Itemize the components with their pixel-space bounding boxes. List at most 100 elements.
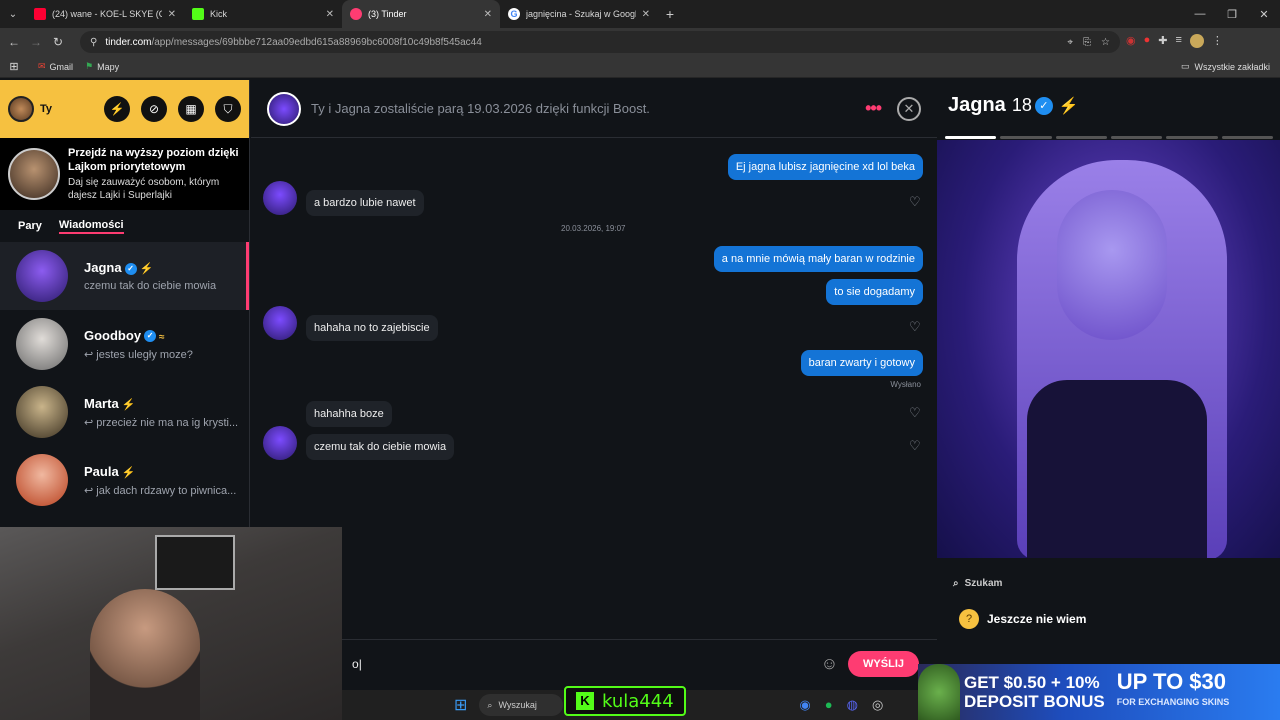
message-outgoing[interactable]: Ej jagna lubisz jagnięcine xd lol beka [727, 154, 923, 180]
conversation-item[interactable]: Jagna ✓ ⚡ czemu tak do ciebie mowia [0, 242, 249, 310]
profile-heading: Jagna 18 ✓ ⚡ [948, 94, 1079, 117]
match-avatar [263, 426, 297, 460]
back-icon[interactable]: ← [3, 35, 25, 49]
close-icon[interactable]: ✕ [484, 9, 492, 20]
conversation-preview: przecież nie ma na ig krysti... [96, 416, 239, 429]
send-button[interactable]: WYŚLIJ [848, 650, 919, 677]
briefcase-icon[interactable]: ▦ [178, 96, 204, 122]
message-incoming[interactable]: a bardzo lubie nawet [306, 190, 424, 216]
search-icon: ⌕ [487, 699, 493, 710]
apps-grid-icon[interactable]: ⊞ [0, 60, 28, 73]
tab-search-button[interactable]: ⌄ [0, 9, 26, 20]
conversation-item[interactable]: Marta ⚡ ↩ przecież nie ma na ig krysti... [0, 378, 249, 446]
photo-indicator[interactable] [1110, 136, 1163, 139]
close-chat-icon[interactable]: ✕ [897, 96, 921, 121]
photo-indicator[interactable] [1055, 136, 1107, 139]
menu-icon[interactable]: ⋮ [1212, 34, 1223, 48]
heart-icon[interactable]: ♡ [909, 405, 921, 421]
install-app-icon[interactable]: ⎘ [1083, 37, 1091, 48]
message-input[interactable]: o| [342, 657, 821, 671]
heart-icon[interactable]: ♡ [909, 438, 921, 454]
extensions-puzzle-icon[interactable]: ✚ [1158, 34, 1167, 48]
close-icon[interactable]: ✕ [642, 9, 650, 20]
photo-indicator[interactable] [1000, 136, 1052, 139]
heart-icon[interactable]: ♡ [909, 194, 921, 210]
bookmark-maps[interactable]: ⚑ Mapy [85, 61, 119, 72]
chrome-icon[interactable]: ◉ [799, 697, 810, 713]
search-icon: ⌕ [953, 578, 959, 589]
ad-line-1: GET $0.50 + 10% [964, 673, 1100, 692]
chat-header: Ty i Jagna zostaliście parą 19.03.2026 d… [251, 80, 937, 138]
conversation-item[interactable]: Paula ⚡ ↩ jak dach rdzawy to piwnica... [0, 446, 249, 514]
top-shape [1027, 380, 1207, 558]
browser-tab-active[interactable]: (3) Tinder ✕ [342, 0, 500, 28]
windows-start-icon[interactable]: ⊞ [454, 695, 467, 715]
bookmark-star-icon[interactable]: ☆ [1101, 37, 1110, 48]
explore-icon[interactable]: ⊘ [141, 96, 167, 122]
bookmark-gmail[interactable]: ✉ Gmail [38, 61, 73, 72]
maximize-icon[interactable]: ❐ [1216, 8, 1248, 21]
browser-tab[interactable]: G jagnięcina - Szukaj w Google ✕ [500, 0, 658, 28]
all-bookmarks-button[interactable]: ▭ Wszystkie zakładki [1181, 61, 1270, 72]
message-outgoing[interactable]: a na mnie mówią mały baran w rodzinie [713, 246, 923, 272]
media-icon[interactable]: ≡ [1175, 34, 1181, 48]
ad-line-2: DEPOSIT BONUS [964, 692, 1105, 711]
mascot-shape [918, 664, 960, 720]
taskbar-search-placeholder: Wyszukaj [498, 700, 537, 710]
extension-icon[interactable]: ◉ [1126, 34, 1136, 48]
taskbar-search[interactable]: ⌕ Wyszukaj [479, 694, 564, 716]
boost-icon[interactable]: ⚡ [104, 96, 130, 122]
profile-photo[interactable] [937, 140, 1280, 560]
extension-icon[interactable]: ● [1144, 34, 1151, 48]
conversation-name: Paula [84, 463, 119, 479]
priority-likes-promo[interactable]: Przejdź na wyższy poziom dzięki Lajkom p… [0, 138, 249, 210]
app-icon[interactable]: ◎ [872, 697, 883, 713]
url-input[interactable]: ⚲ tinder.com/app/messages/69bbbe712aa09e… [80, 31, 1120, 53]
user-label[interactable]: Ty [40, 103, 52, 115]
site-info-icon[interactable]: ⚲ [90, 37, 97, 48]
message-incoming[interactable]: hahaha no to zajebiscie [306, 315, 438, 341]
reload-icon[interactable]: ↻ [47, 35, 69, 49]
tab-messages[interactable]: Wiadomości [58, 219, 124, 234]
spotify-icon[interactable]: ● [825, 697, 833, 713]
message-incoming[interactable]: czemu tak do ciebie mowia [306, 434, 455, 460]
more-options-icon[interactable]: ••• [865, 98, 882, 119]
close-icon[interactable]: ✕ [326, 9, 334, 20]
bookmark-label: Gmail [49, 61, 74, 72]
photo-indicator[interactable] [1166, 136, 1218, 139]
minimize-icon[interactable]: — [1184, 8, 1216, 20]
discord-icon[interactable]: ◍ [847, 697, 858, 713]
close-icon[interactable]: ✕ [168, 9, 176, 20]
match-avatar[interactable] [267, 91, 301, 126]
forward-icon[interactable]: → [25, 35, 47, 49]
reply-icon: ↩ [84, 348, 97, 361]
message-outgoing[interactable]: baran zwarty i gotowy [800, 350, 923, 376]
shield-icon[interactable]: ⛉ [215, 96, 241, 122]
profile-avatar[interactable] [1189, 34, 1204, 48]
ad-banner[interactable]: GET $0.50 + 10% DEPOSIT BONUS UP TO $30 … [918, 664, 1280, 720]
emoji-icon[interactable]: ☺ [821, 654, 838, 674]
person-shape [90, 589, 200, 720]
location-icon[interactable]: ⌖ [1067, 37, 1073, 48]
maps-icon: ⚑ [85, 61, 94, 71]
new-tab-button[interactable]: + [658, 6, 682, 22]
photo-indicator[interactable] [1221, 136, 1273, 139]
photo-indicator[interactable] [945, 136, 997, 139]
wave-icon: ≈ [159, 331, 165, 343]
url-domain: tinder.com [105, 36, 152, 48]
address-toolbar: ← → ↻ ⚲ tinder.com/app/messages/69bbbe71… [0, 28, 1280, 56]
heart-icon[interactable]: ♡ [909, 319, 921, 335]
reply-icon: ↩ [84, 416, 97, 429]
browser-tab[interactable]: Kick ✕ [184, 0, 342, 28]
message-incoming[interactable]: hahahha boze [306, 401, 392, 427]
user-avatar[interactable] [8, 96, 34, 122]
browser-tab[interactable]: (24) wane - KOE-L SKYE (Official ✕ [26, 0, 184, 28]
close-window-icon[interactable]: ✕ [1248, 8, 1280, 21]
message-outgoing[interactable]: to sie dogadamy [826, 279, 923, 305]
conversation-item[interactable]: Goodboy ✓ ≈ ↩ jestes uległy moze? [0, 310, 249, 378]
stream-name-badge: K kula444 [564, 686, 686, 716]
text-cursor: | [358, 656, 362, 671]
tab-matches[interactable]: Pary [18, 220, 42, 232]
looking-for-value: Jeszcze nie wiem [987, 612, 1087, 626]
youtube-icon [34, 8, 46, 20]
